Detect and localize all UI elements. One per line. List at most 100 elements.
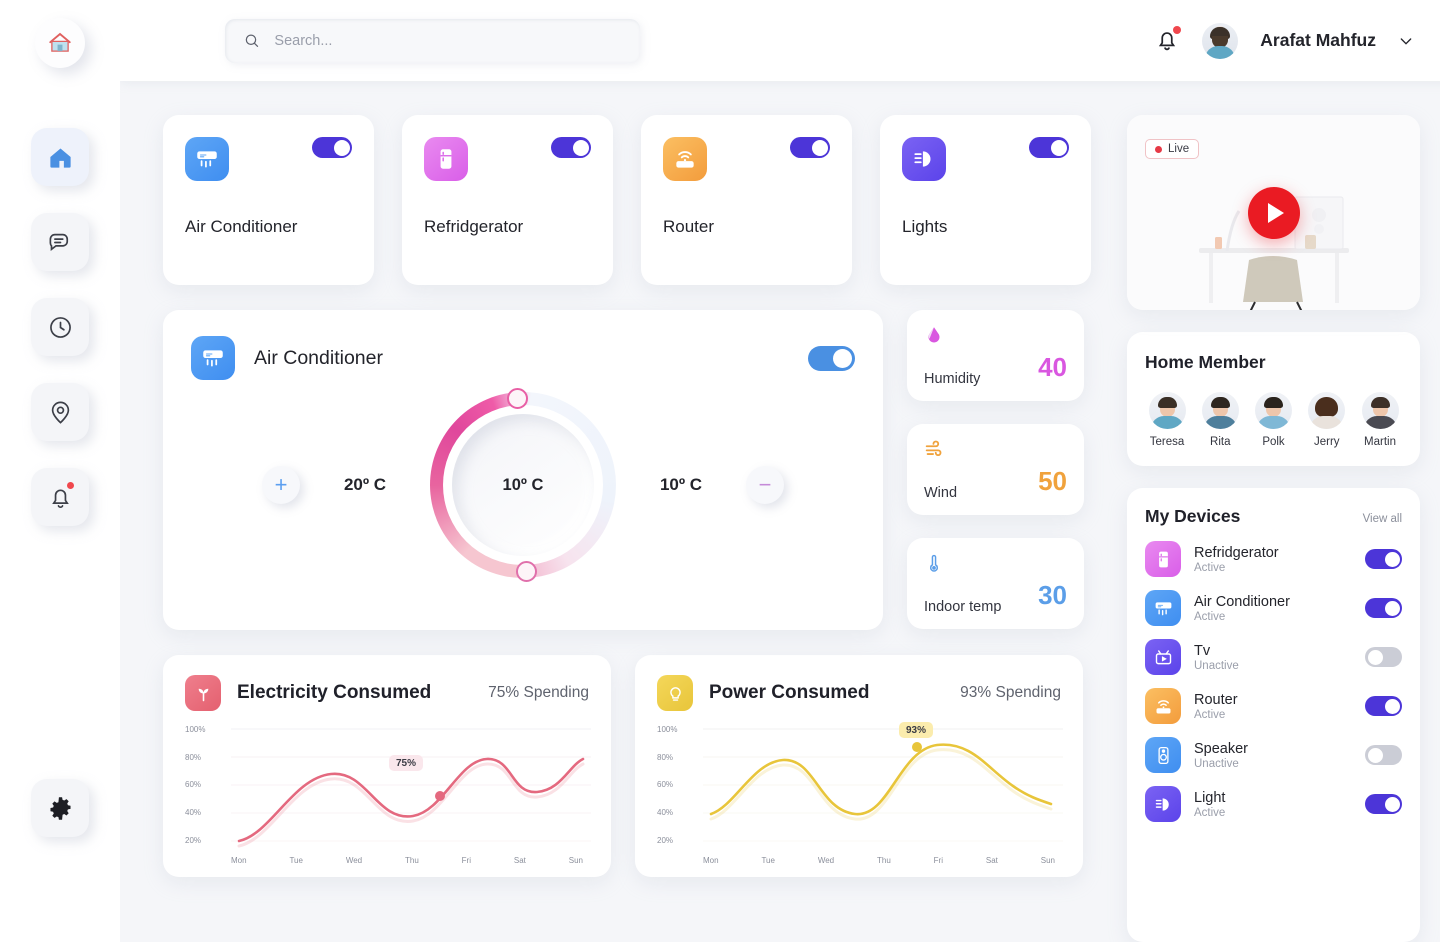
x-tick: Sat [513,856,526,865]
dial-temperature-value: 10º C [502,475,544,494]
member-item[interactable]: Martin [1358,392,1402,448]
stat-label: Humidity [924,371,981,387]
device-status: Active [1194,708,1226,721]
avatar [1361,392,1399,429]
stat-card-wind: Wind 50 [907,424,1084,515]
x-tick: Sun [1040,856,1055,865]
sidebar [0,0,120,942]
quick-card-refridgerator[interactable]: Refridgerator [402,115,613,285]
air-conditioner-icon [1145,590,1181,626]
member-name: Martin [1364,436,1396,448]
status-dot [1155,145,1162,153]
chart-subtitle: 75% Spending [488,684,589,701]
y-tick: 40% [185,808,202,817]
tv-icon [1145,639,1181,675]
search-field[interactable] [274,32,622,49]
sidebar-item-messages[interactable] [31,213,89,271]
thermometer-icon [923,552,1068,578]
chart-card-power: Power Consumed 93% Spending 100% 80% 60%… [635,655,1083,877]
view-all-link[interactable]: View all [1363,513,1402,525]
wind-icon [923,438,1068,464]
device-row-router[interactable]: Router Active [1145,688,1402,724]
chart-tooltip: 93% [899,722,934,738]
dial-handle-top[interactable] [507,388,528,409]
live-camera-card[interactable]: Live [1127,115,1420,310]
quick-toggle-lights[interactable] [1029,137,1069,158]
play-icon [1268,202,1284,223]
x-tick: Thu [877,856,891,865]
ac-power-toggle[interactable] [808,345,855,371]
device-status: Active [1194,561,1226,574]
avatar[interactable] [1202,22,1239,59]
play-button[interactable] [1247,186,1300,239]
quick-toggle-air-conditioner[interactable] [312,137,352,158]
clock-icon [49,316,71,338]
stat-card-humidity: Humidity 40 [907,310,1084,401]
notification-badge [67,482,74,489]
quick-toggle-router[interactable] [790,137,830,158]
device-status: Active [1194,806,1226,819]
quick-card-lights[interactable]: Lights [880,115,1091,285]
temperature-increase-button[interactable]: + [262,466,300,504]
chevron-down-icon[interactable] [1398,33,1414,49]
quick-toggle-refridgerator[interactable] [551,137,591,158]
sidebar-item-history[interactable] [31,298,89,356]
search-input[interactable] [225,18,640,63]
device-toggle-air-conditioner[interactable] [1365,598,1402,618]
quick-card-router[interactable]: Router [641,115,852,285]
x-tick: Wed [817,856,835,865]
top-bar: Arafat Mahfuz [120,0,1440,81]
device-name: Light [1194,789,1226,806]
device-toggle-speaker[interactable] [1365,745,1402,765]
device-row-refridgerator[interactable]: Refridgerator Active [1145,541,1402,577]
member-item[interactable]: Teresa [1145,392,1189,448]
device-toggle-refridgerator[interactable] [1365,549,1402,569]
y-tick: 20% [657,836,674,845]
sidebar-item-notifications[interactable] [31,468,89,526]
sidebar-item-location[interactable] [31,383,89,441]
left-column: Air Conditioner Refridgerator Router Lig… [163,115,1103,942]
y-tick: 100% [657,725,678,734]
device-row-air-conditioner[interactable]: Air Conditioner Active [1145,590,1402,626]
dial-handle-bottom[interactable] [516,561,537,582]
live-badge: Live [1145,139,1200,159]
light-icon [1145,786,1181,822]
sidebar-nav [31,128,89,526]
y-tick: 100% [185,725,206,734]
sidebar-item-settings[interactable] [31,779,89,837]
temperature-dial[interactable]: 10º C [430,388,616,582]
device-toggle-router[interactable] [1365,696,1402,716]
right-column: Live Home Member Teresa Rita Polk Jerry … [1127,115,1420,942]
notification-badge [1173,25,1182,34]
quick-card-label: Lights [902,217,948,236]
member-item[interactable]: Jerry [1305,392,1349,448]
device-row-light[interactable]: Light Active [1145,786,1402,822]
device-toggle-tv[interactable] [1365,647,1402,667]
member-item[interactable]: Rita [1198,392,1242,448]
quick-card-air-conditioner[interactable]: Air Conditioner [163,115,374,285]
device-row-speaker[interactable]: Speaker Unactive [1145,737,1402,773]
x-tick: Mon [231,856,247,865]
quick-card-label: Router [663,217,715,236]
dashboard-root: Arafat Mahfuz [0,0,1440,942]
panel-title: Air Conditioner [254,346,383,369]
sidebar-item-home[interactable] [31,128,89,186]
chart-plot-electricity: 100% 80% 60% 40% 20% 75% Mon Tue Wed Thu… [185,723,591,865]
device-toggle-light[interactable] [1365,794,1402,814]
member-item[interactable]: Polk [1252,392,1296,448]
x-tick: Thu [405,856,419,865]
quick-card-label: Air Conditioner [185,217,298,236]
chart-plot-power: 100% 80% 60% 40% 20% 93% Mon Tue Wed Thu… [657,722,1063,865]
notification-bell-button[interactable] [1154,25,1182,55]
x-tick: Fri [933,856,943,865]
x-axis-labels: Mon Tue Wed Thu Fri Sat Sun [231,856,583,865]
section-title: My Devices [1145,506,1241,526]
device-row-tv[interactable]: Tv Unactive [1145,639,1402,675]
section-title: Home Member [1145,352,1266,372]
stat-value: 50 [1038,466,1067,496]
y-tick: 60% [185,780,202,789]
chart-tooltip: 75% [389,755,424,771]
house-logo-icon[interactable] [35,18,85,68]
stat-value: 30 [1038,580,1067,610]
temperature-decrease-button[interactable]: − [746,466,784,504]
